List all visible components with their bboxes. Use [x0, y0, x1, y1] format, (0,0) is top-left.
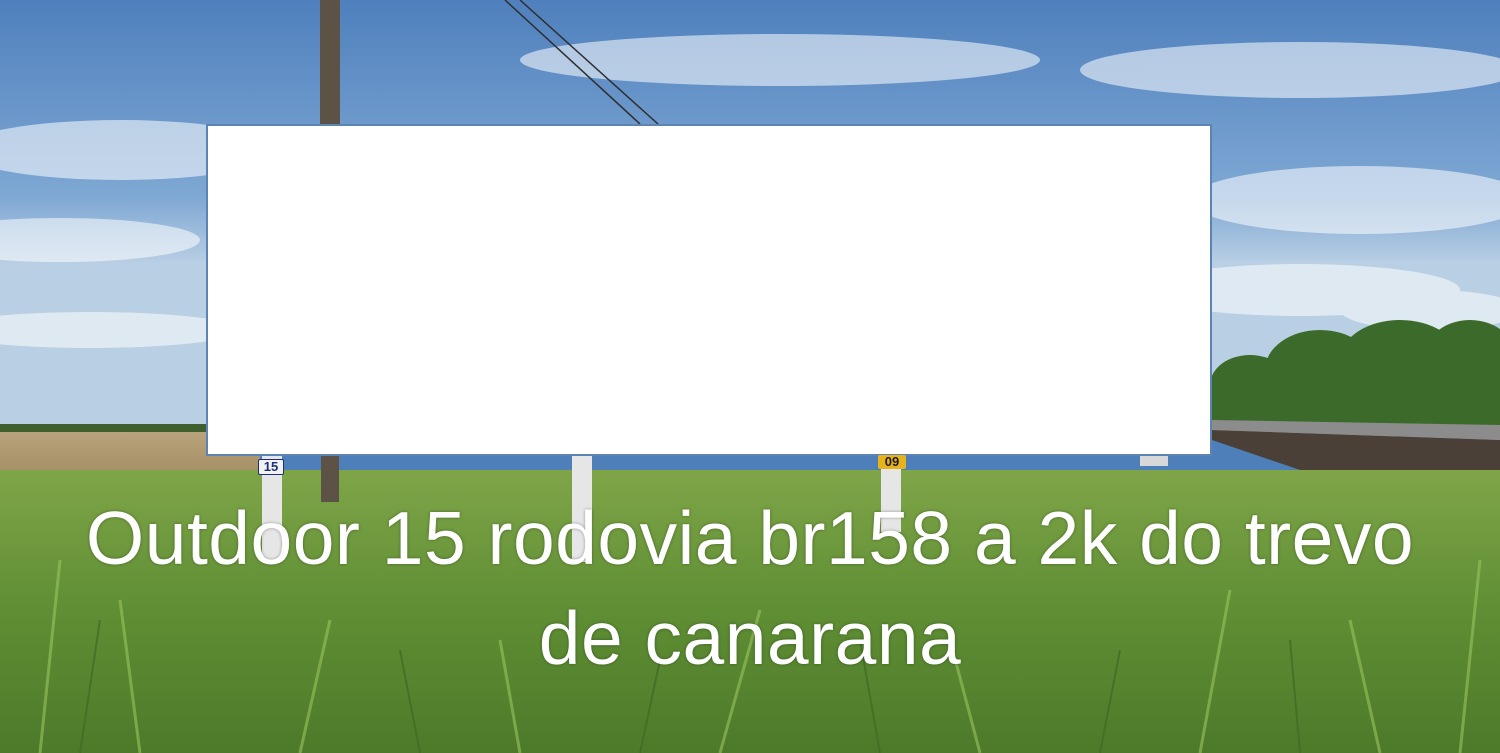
utility-pole: [320, 0, 340, 124]
photo-scene: 15 09 Outdoor 15 rodovia br158 a 2k do t…: [0, 0, 1500, 753]
billboard-blank-panel: [206, 124, 1212, 456]
photo-caption: Outdoor 15 rodovia br158 a 2k do trevo d…: [85, 496, 1415, 680]
post-number-plate: 09: [878, 455, 906, 469]
post-number-plate: 15: [258, 459, 284, 475]
